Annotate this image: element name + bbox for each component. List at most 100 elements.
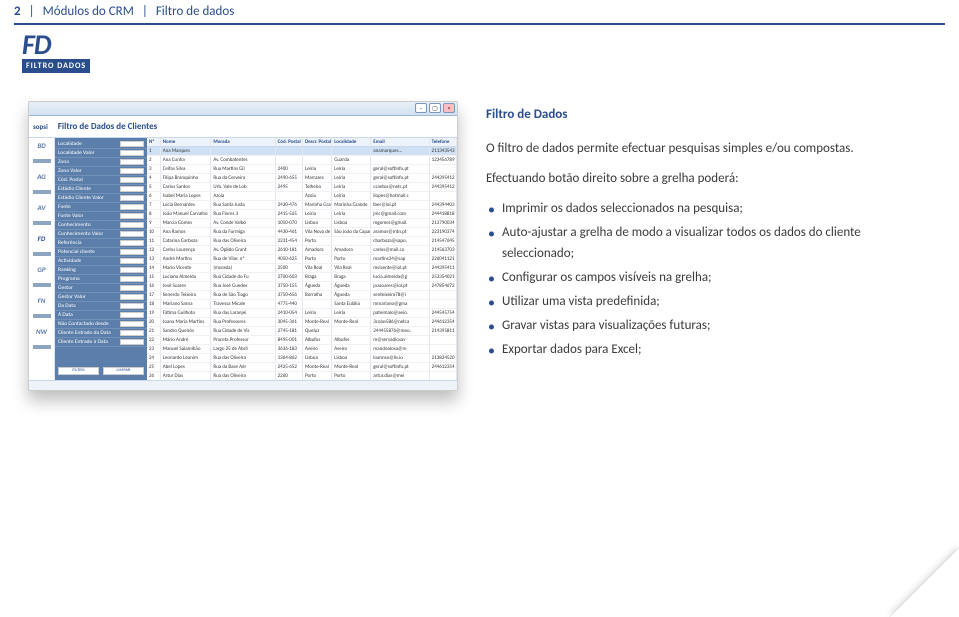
filter-row[interactable]: Referência (55, 239, 147, 248)
table-row[interactable]: 15Luciana AlmeidaRua Cidade do Fu2700-60… (147, 273, 457, 282)
table-row[interactable]: 3Ceifos SilvaRua Martins Gil2400LeiriaLe… (147, 165, 457, 174)
minimize-button[interactable]: – (415, 103, 427, 113)
column-header[interactable]: Cód. Postal (276, 138, 303, 146)
table-row[interactable]: 6Isabel Maria LopesAzoiaAzoiaLeiriailope… (147, 192, 457, 201)
clear-button[interactable]: LIMPAR (103, 367, 144, 375)
cell: Rua da Formiga (211, 228, 275, 236)
filter-input[interactable] (120, 150, 144, 156)
filter-row[interactable]: Cliente Entrado da Data (55, 329, 147, 338)
filter-input[interactable] (120, 141, 144, 147)
filter-input[interactable] (120, 312, 144, 318)
table-row[interactable]: 26Artur DiasRua das Oliveira2260PortoPor… (147, 372, 457, 380)
filter-row[interactable]: Gestor (55, 284, 147, 293)
filter-input[interactable] (120, 249, 144, 255)
column-header[interactable]: Email (371, 138, 429, 146)
filter-row[interactable]: Fonte Valor (55, 212, 147, 221)
filter-row[interactable]: Ranking (55, 266, 147, 275)
filter-input[interactable] (120, 294, 144, 300)
table-row[interactable]: 19Fátima GuilhotoRua das Laranjei2410-05… (147, 309, 457, 318)
filter-row[interactable]: Cód. Postal (55, 176, 147, 185)
module-nav-item[interactable]: BD (37, 142, 45, 149)
filter-row[interactable]: Zona Valor (55, 167, 147, 176)
filter-row[interactable]: Estádio Cliente Valor (55, 194, 147, 203)
column-header[interactable]: Nome (161, 138, 212, 146)
table-row[interactable]: 13André MartinsRua de Vilar, nº4050-625P… (147, 255, 457, 264)
module-nav-item[interactable]: GP (37, 266, 45, 273)
table-row[interactable]: 22Mário AndréPraceta Professor8495-001Al… (147, 336, 457, 345)
filter-row[interactable]: Cliente Entrado à Data (55, 338, 147, 347)
cell (430, 300, 457, 308)
filter-row[interactable]: Não Contactado desde (55, 320, 147, 329)
filter-input[interactable] (120, 285, 144, 291)
filter-row[interactable]: Actividade (55, 257, 147, 266)
column-header[interactable]: Morada (211, 138, 275, 146)
table-row[interactable]: 9Marcia GomesAv. Conde Valbó1050-070Lisb… (147, 219, 457, 228)
filter-input[interactable] (120, 303, 144, 309)
filter-input[interactable] (120, 204, 144, 210)
filter-row[interactable]: Potencial cliente (55, 248, 147, 257)
cell: Rua Santa Justa (211, 201, 275, 209)
module-nav-item[interactable]: AV (38, 204, 46, 211)
filter-input[interactable] (120, 168, 144, 174)
filter-row[interactable]: Gestor Valor (55, 293, 147, 302)
table-row[interactable]: 18Mariano SarnaTravessa Micale4775-440Sa… (147, 300, 457, 309)
table-row[interactable]: 23Manuel SalamihãoLargo 25 de Abril3636-… (147, 345, 457, 354)
table-row[interactable]: 16José SoaresRua José Guedes3750-155Águe… (147, 282, 457, 291)
filter-input[interactable] (120, 267, 144, 273)
table-row[interactable]: 24Leonardo LeonimRua das Oliveira1364-86… (147, 354, 457, 363)
filter-input[interactable] (120, 159, 144, 165)
filter-input[interactable] (120, 330, 144, 336)
table-row[interactable]: 20Joana Maria MartinsRua Professores3045… (147, 318, 457, 327)
filter-row[interactable]: À Data (55, 311, 147, 320)
filter-input[interactable] (120, 321, 144, 327)
table-row[interactable]: 14Mario Vicente(morada)2500Vila RealVila… (147, 264, 457, 273)
cell: Vila Real (303, 264, 332, 272)
column-header[interactable]: Nº (147, 138, 161, 146)
filter-row[interactable]: Da Data (55, 302, 147, 311)
module-nav-item[interactable]: FD (38, 235, 46, 242)
filter-row[interactable]: Zona (55, 158, 147, 167)
filter-input[interactable] (120, 258, 144, 264)
filter-row[interactable]: Conhecimento Valor (55, 230, 147, 239)
table-row[interactable]: 12Carlos LourençoAv. Óplido Grant2610-18… (147, 246, 457, 255)
cell: Leiria (332, 192, 371, 200)
column-header[interactable]: Descr. Postal (303, 138, 332, 146)
filter-row[interactable]: Estádio Cliente (55, 185, 147, 194)
table-row[interactable]: 5Carlos SantosUrb. Vale de Lob2495Telhei… (147, 183, 457, 192)
list-item: Configurar os campos visíveis na grelha; (502, 268, 931, 288)
filter-row[interactable]: Conhecimento (55, 221, 147, 230)
table-row[interactable]: 1Ana Marquesanamarques...211343543 (147, 147, 457, 156)
filter-input[interactable] (120, 276, 144, 282)
table-row[interactable]: 8João Manuel CarvalhoRua Flores 32415-56… (147, 210, 457, 219)
table-row[interactable]: 7Lúcia BernardesRua Santa Justa2430-476M… (147, 201, 457, 210)
filter-button[interactable]: FILTRO (58, 367, 99, 375)
module-nav-item[interactable]: FN (38, 297, 46, 304)
column-header[interactable]: Localidade (332, 138, 371, 146)
filter-input[interactable] (120, 339, 144, 345)
close-button[interactable]: × (443, 103, 455, 113)
table-row[interactable]: 10Ana RamosRua da Formiga4430-461Vila No… (147, 228, 457, 237)
filter-input[interactable] (120, 231, 144, 237)
table-row[interactable]: 17Senerdo TeixeiraRua de São Tiago3750-6… (147, 291, 457, 300)
module-nav-item[interactable]: NW (36, 328, 47, 335)
module-nav-item[interactable]: AG (37, 173, 46, 180)
column-header[interactable]: Telefone (430, 138, 457, 146)
filter-row[interactable]: Localidade Valor (55, 149, 147, 158)
filter-input[interactable] (120, 195, 144, 201)
filter-input[interactable] (120, 177, 144, 183)
data-grid[interactable]: NºNomeMoradaCód. PostalDescr. PostalLoca… (147, 138, 457, 380)
filter-row[interactable]: Programa (55, 275, 147, 284)
filter-input[interactable] (120, 240, 144, 246)
table-row[interactable]: 21Sandro QueirósRua Cidade de Vis2745-18… (147, 327, 457, 336)
filter-row[interactable]: Localidade (55, 140, 147, 149)
table-row[interactable]: 4Filipa BranquinhoRua da Cerveira2490-65… (147, 174, 457, 183)
filter-row[interactable]: Fonte (55, 203, 147, 212)
maximize-button[interactable]: ▢ (429, 103, 441, 113)
cell: 11 (147, 237, 161, 245)
table-row[interactable]: 25Abel LopesRua da Base Aér2425-652Monte… (147, 363, 457, 372)
filter-input[interactable] (120, 222, 144, 228)
table-row[interactable]: 11Catarina GarbozaRua das Oliveira2231-4… (147, 237, 457, 246)
table-row[interactable]: 2Ana CunhaAv. CombatentesGuarda123456789 (147, 156, 457, 165)
filter-input[interactable] (120, 213, 144, 219)
filter-input[interactable] (120, 186, 144, 192)
